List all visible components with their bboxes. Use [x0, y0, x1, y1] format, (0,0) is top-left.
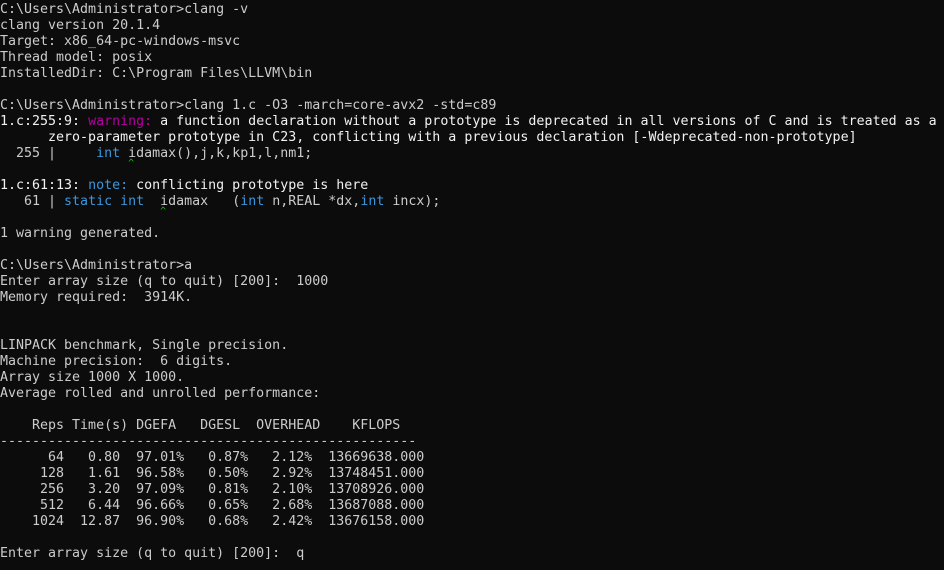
console-text-segment: int	[360, 194, 385, 209]
console-text-segment: Enter array size (q to quit) [200]: 1000	[0, 274, 329, 289]
console-text-segment: 61 |	[0, 194, 65, 209]
console-text-segment: zero-parameter prototype in C23, conflic…	[0, 130, 857, 145]
console-text-segment: note:	[88, 178, 137, 193]
console-line: 256 3.20 97.09% 0.81% 2.10% 13708926.000	[0, 482, 944, 498]
console-line: C:\Users\Administrator>a	[0, 258, 944, 274]
console-text-segment: Thread model: posix	[0, 50, 153, 65]
diagnostic-caret-wrap: idamax(),j,k,kp1,l,nm1; ^	[128, 146, 313, 169]
console-window[interactable]: C:\Users\Administrator>clang -v clang ver…	[0, 0, 944, 570]
console-text-segment	[144, 194, 160, 209]
console-text-segment: int	[240, 194, 265, 209]
console-text-segment: Reps Time(s) DGEFA DGESL OVERHEAD KFLOPS	[0, 418, 401, 433]
console-text-segment: ----------------------------------------…	[0, 434, 417, 449]
console-text-segment: C:\Users\Administrator>a	[0, 258, 193, 273]
console-text-segment: 256 3.20 97.09% 0.81% 2.10% 13708926.000	[0, 482, 425, 497]
console-line: C:\Users\Administrator>clang 1.c -O3 -ma…	[0, 98, 944, 114]
console-text-segment: 1.c:61:13:	[0, 178, 89, 193]
console-line: Enter array size (q to quit) [200]: q	[0, 546, 944, 562]
console-text-segment: Memory required: 3914K.	[0, 290, 193, 305]
console-line: Thread model: posix	[0, 50, 944, 66]
console-text-segment: 1 warning generated.	[0, 226, 161, 241]
console-text-segment: Average rolled and unrolled performance:	[0, 386, 321, 401]
console-text-segment: 128 1.61 96.58% 0.50% 2.92% 13748451.000	[0, 466, 425, 481]
console-text-segment: conflicting prototype is here	[136, 178, 369, 193]
console-line: Machine precision: 6 digits.	[0, 354, 944, 370]
console-line: Memory required: 3914K.	[0, 290, 944, 306]
console-line: 128 1.61 96.58% 0.50% 2.92% 13748451.000	[0, 466, 944, 482]
console-line: Average rolled and unrolled performance:	[0, 386, 944, 402]
console-line: LINPACK benchmark, Single precision.	[0, 338, 944, 354]
console-line: zero-parameter prototype in C23, conflic…	[0, 130, 944, 146]
console-text-segment: int	[96, 146, 121, 161]
console-text-segment: static	[64, 194, 113, 209]
console-line: 1.c:61:13: note: conflicting prototype i…	[0, 178, 944, 194]
console-text-segment: C:\Users\Administrator>clang 1.c -O3 -ma…	[0, 98, 497, 113]
console-text-segment: Target: x86_64-pc-windows-msvc	[0, 34, 241, 49]
console-line: InstalledDir: C:\Program Files\LLVM\bin	[0, 66, 944, 82]
console-text-segment: a function declaration without a prototy…	[160, 114, 937, 129]
diagnostic-caret-wrap: idamax (^	[160, 194, 241, 217]
console-text-segment: n,REAL *dx,	[264, 194, 361, 209]
console-line: clang version 20.1.4	[0, 18, 944, 34]
console-text-segment: 512 6.44 96.66% 0.65% 2.68% 13687088.000	[0, 498, 425, 513]
console-text-segment: warning:	[88, 114, 161, 129]
diagnostic-caret-icon: ^	[128, 158, 135, 169]
console-text-segment: 255 |	[0, 146, 97, 161]
console-line: 1.c:255:9: warning: a function declarati…	[0, 114, 944, 130]
console-text-segment: Enter array size (q to quit) [200]: q	[0, 546, 305, 561]
console-text-segment: InstalledDir: C:\Program Files\LLVM\bin	[0, 66, 313, 81]
console-line: 64 0.80 97.01% 0.87% 2.12% 13669638.000	[0, 450, 944, 466]
console-line: 255 | int idamax(),j,k,kp1,l,nm1; ^	[0, 146, 944, 169]
console-text-segment: Array size 1000 X 1000.	[0, 370, 185, 385]
console-text-segment: 64 0.80 97.01% 0.87% 2.12% 13669638.000	[0, 450, 425, 465]
console-text-segment: LINPACK benchmark, Single precision.	[0, 338, 289, 353]
console-text-segment: int	[120, 194, 145, 209]
console-text-segment: 1.c:255:9:	[0, 114, 89, 129]
console-line: 61 | static int idamax (^ int n,REAL *dx,…	[0, 194, 944, 217]
console-line: Target: x86_64-pc-windows-msvc	[0, 34, 944, 50]
console-text-segment: 1024 12.87 96.90% 0.68% 2.42% 13676158.0…	[0, 514, 425, 529]
console-line: Array size 1000 X 1000.	[0, 370, 944, 386]
console-text-segment: Machine precision: 6 digits.	[0, 354, 233, 369]
console-line: ----------------------------------------…	[0, 434, 944, 450]
console-text-segment: idamax(),j,k,kp1,l,nm1;	[128, 146, 313, 161]
console-line: 1024 12.87 96.90% 0.68% 2.42% 13676158.0…	[0, 514, 944, 530]
console-line: Enter array size (q to quit) [200]: 1000	[0, 274, 944, 290]
console-line: Reps Time(s) DGEFA DGESL OVERHEAD KFLOPS	[0, 418, 944, 434]
console-line: 512 6.44 96.66% 0.65% 2.68% 13687088.000	[0, 498, 944, 514]
console-line: C:\Users\Administrator>clang -v	[0, 2, 944, 18]
console-text-segment: idamax (	[160, 194, 241, 209]
console-text-segment: clang version 20.1.4	[0, 18, 161, 33]
console-text-segment: incx);	[384, 194, 441, 209]
diagnostic-caret-icon: ^	[160, 206, 167, 217]
console-text-segment	[112, 194, 120, 209]
console-line: 1 warning generated.	[0, 226, 944, 242]
console-text-segment	[120, 146, 128, 161]
console-text-segment: C:\Users\Administrator>clang -v	[0, 2, 249, 17]
